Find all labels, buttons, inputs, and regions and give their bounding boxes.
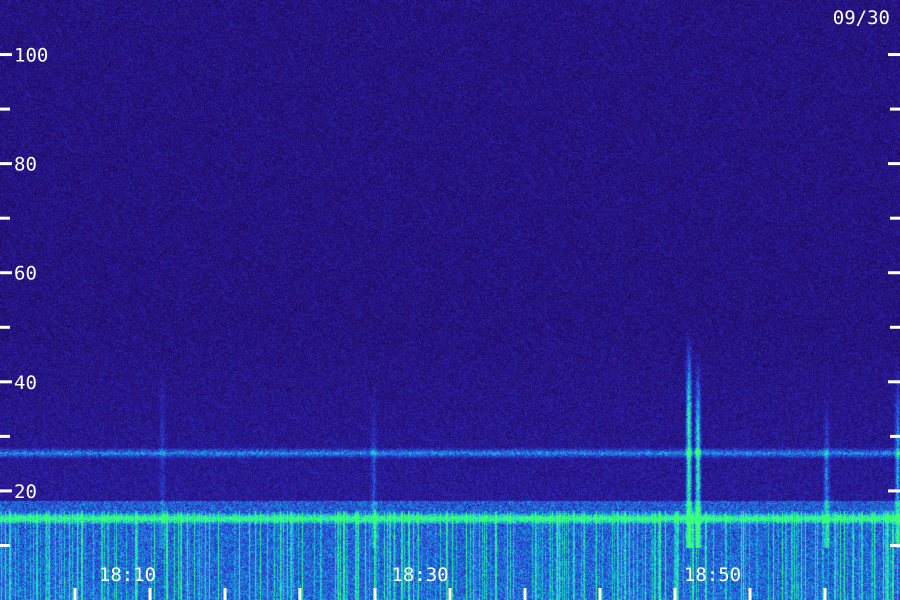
- spectrogram-panel: 20 40 60 80 100 18:10 18:30 18:50 09/30: [0, 0, 900, 600]
- y-tick-label: 100: [14, 45, 48, 67]
- x-tick-label: 18:10: [99, 564, 156, 586]
- y-tick-label: 60: [14, 263, 37, 285]
- x-tick-label: 18:30: [391, 564, 448, 586]
- y-tick-label: 40: [14, 372, 37, 394]
- y-tick-label: 80: [14, 154, 37, 176]
- x-tick-label: 18:50: [684, 564, 741, 586]
- y-axis-ticks: 20 40 60 80 100: [0, 45, 900, 547]
- x-axis-ticks: 18:10 18:30 18:50: [73, 564, 827, 600]
- axes-overlay: 20 40 60 80 100 18:10 18:30 18:50 09/30: [0, 7, 900, 600]
- date-label: 09/30: [833, 7, 890, 29]
- y-tick-label: 20: [14, 481, 37, 503]
